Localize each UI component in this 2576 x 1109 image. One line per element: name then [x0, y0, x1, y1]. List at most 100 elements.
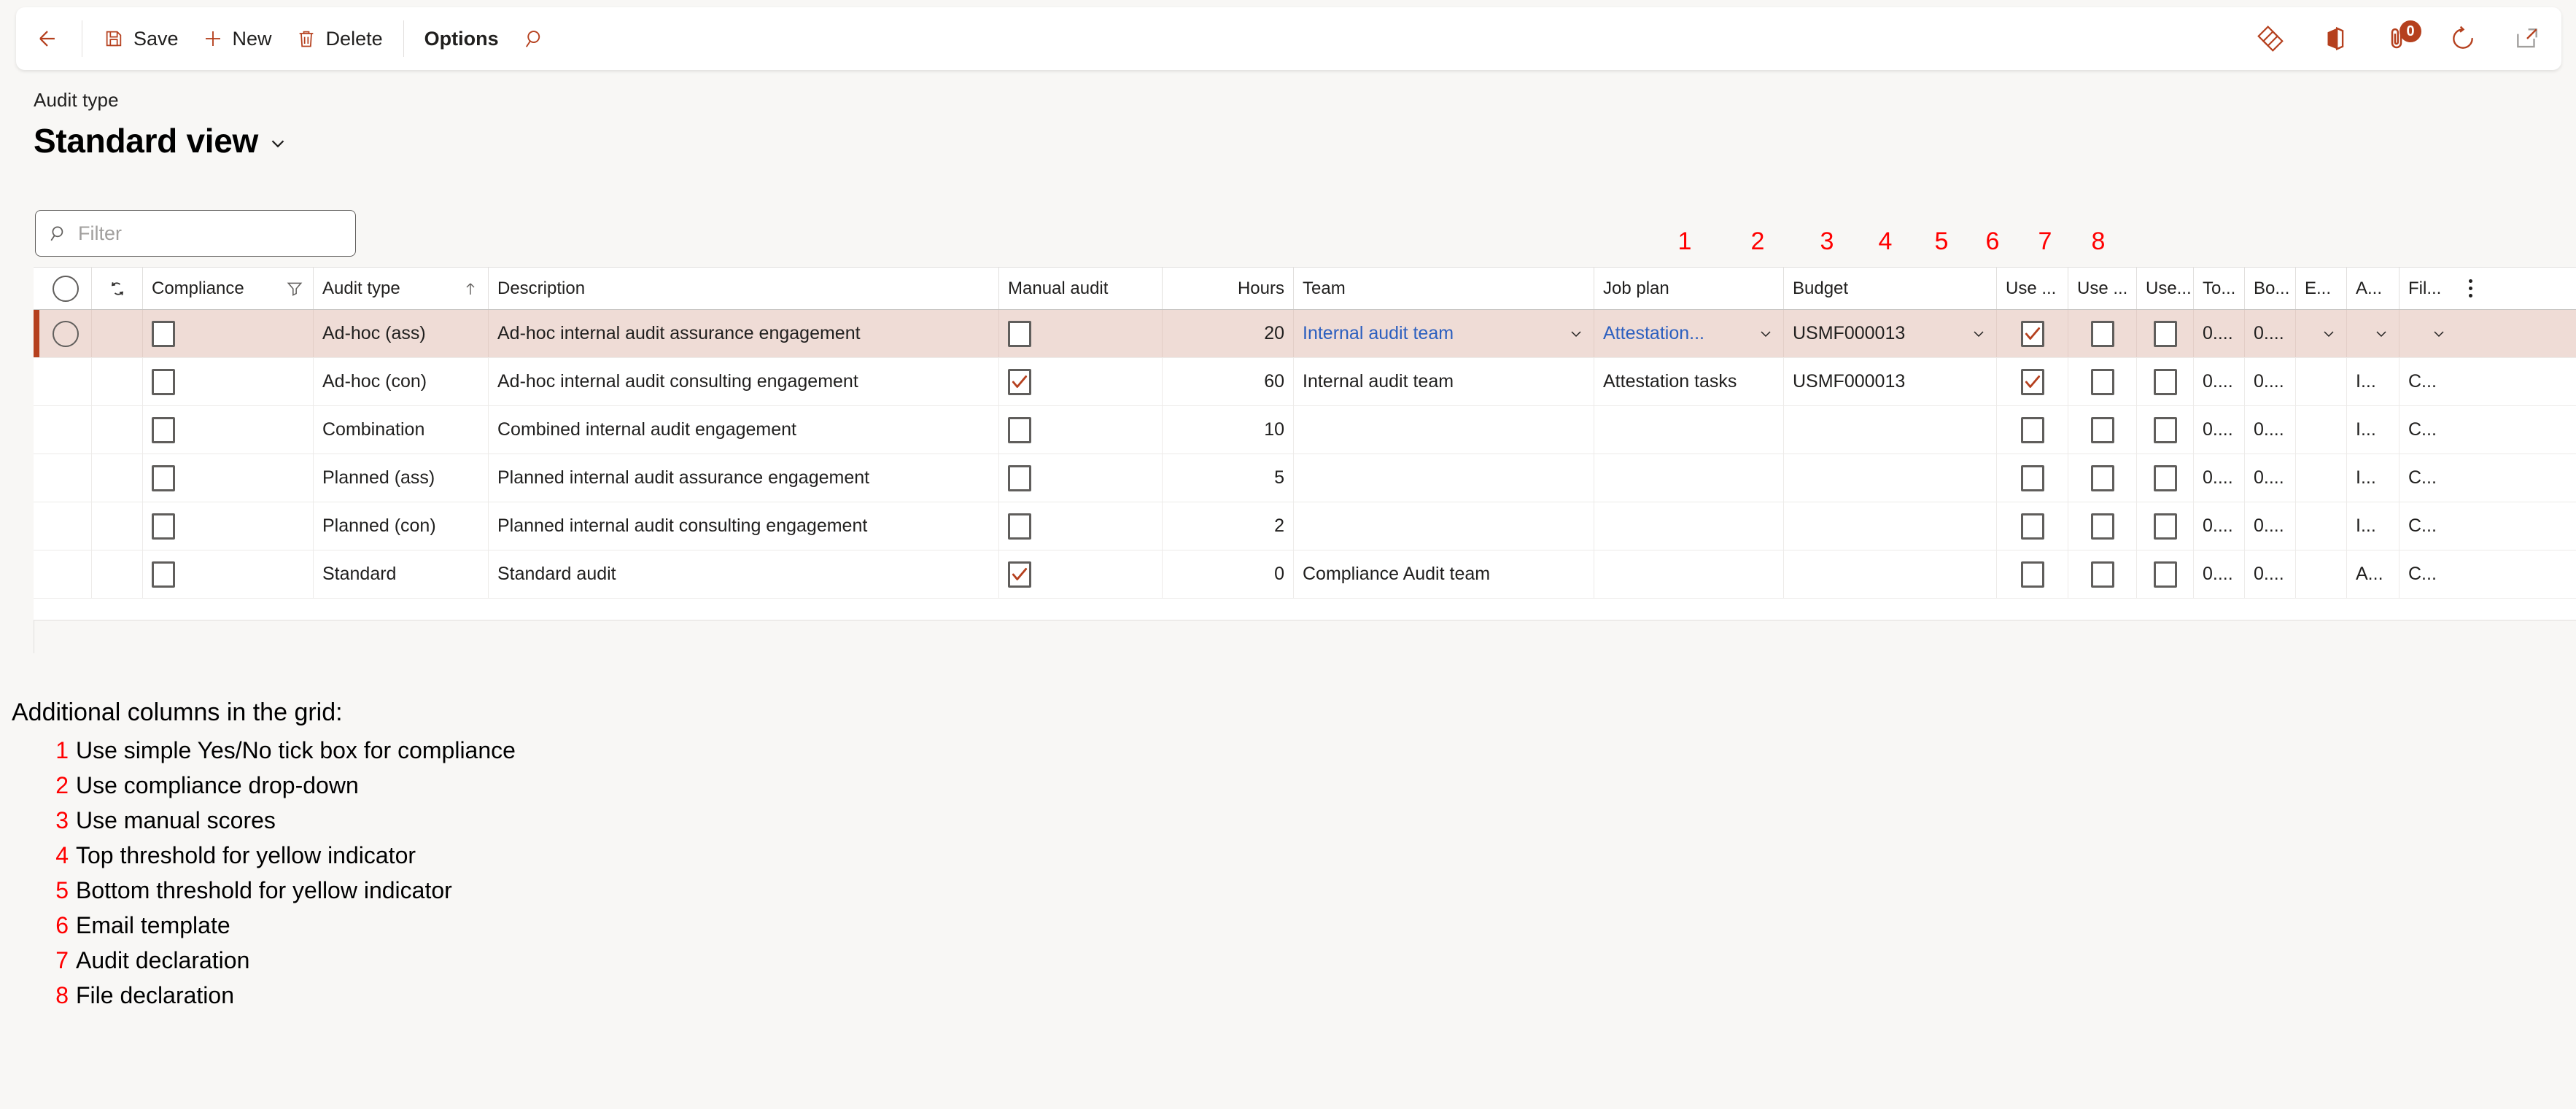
cell-bottom-threshold[interactable]: 0....	[2245, 310, 2296, 357]
cell-top-threshold[interactable]: 0....	[2194, 406, 2245, 454]
cell-description[interactable]: Combined internal audit engagement	[489, 406, 999, 454]
cell-budget[interactable]	[1784, 502, 1997, 550]
cell-team[interactable]	[1294, 406, 1594, 454]
new-button[interactable]: New	[190, 18, 284, 59]
use-compliance-dropdown-checkbox[interactable]	[2090, 513, 2114, 540]
use-simple-tickbox-checkbox[interactable]	[2020, 464, 2044, 491]
cell-use-compliance-dropdown[interactable]	[2068, 358, 2137, 405]
cell-use-manual-scores[interactable]	[2137, 550, 2194, 598]
cell-top-threshold[interactable]: 0....	[2194, 454, 2245, 502]
cell-use-simple-tickbox[interactable]	[1997, 310, 2068, 357]
cell-audit-declaration[interactable]: A...	[2347, 550, 2400, 598]
cell-top-threshold[interactable]: 0....	[2194, 310, 2245, 357]
select-all-header[interactable]	[39, 268, 92, 309]
cell-file-declaration[interactable]: C...	[2400, 502, 2456, 550]
cell-bottom-threshold[interactable]: 0....	[2245, 550, 2296, 598]
cell-use-simple-tickbox[interactable]	[1997, 550, 2068, 598]
use-simple-tickbox-checkbox[interactable]	[2020, 513, 2044, 540]
cell-budget[interactable]: USMF000013	[1784, 358, 1997, 405]
cell-email-template[interactable]	[2296, 310, 2347, 357]
cell-audit-declaration[interactable]	[2347, 310, 2400, 357]
cell-compliance[interactable]	[143, 358, 314, 405]
cell-audit-declaration[interactable]: I...	[2347, 454, 2400, 502]
grid-options-button[interactable]	[2456, 268, 2484, 309]
cell-hours[interactable]: 10	[1163, 406, 1294, 454]
manual-audit-checkbox[interactable]	[1008, 464, 1031, 491]
budget-dropdown-chevron-icon[interactable]	[1966, 325, 1987, 343]
cell-use-manual-scores[interactable]	[2137, 358, 2194, 405]
column-header-file-declaration[interactable]: Fil...	[2400, 268, 2456, 309]
cell-use-manual-scores[interactable]	[2137, 502, 2194, 550]
table-row[interactable]: Ad-hoc (con) Ad-hoc internal audit consul…	[34, 358, 2576, 406]
cell-use-manual-scores[interactable]	[2137, 454, 2194, 502]
audit-declaration-dropdown-chevron-icon[interactable]	[2368, 325, 2390, 343]
row-select-cell[interactable]	[39, 310, 92, 357]
manual-audit-checkbox[interactable]	[1008, 561, 1031, 588]
circle-select-icon[interactable]	[52, 320, 79, 347]
cell-description[interactable]: Standard audit	[489, 550, 999, 598]
cell-top-threshold[interactable]: 0....	[2194, 358, 2245, 405]
delete-button[interactable]: Delete	[284, 18, 395, 59]
column-header-manual-audit[interactable]: Manual audit	[999, 268, 1163, 309]
cell-use-compliance-dropdown[interactable]	[2068, 454, 2137, 502]
cell-team[interactable]	[1294, 502, 1594, 550]
search-button[interactable]	[511, 28, 559, 50]
column-header-job-plan[interactable]: Job plan	[1594, 268, 1784, 309]
cell-top-threshold[interactable]: 0....	[2194, 502, 2245, 550]
cell-use-compliance-dropdown[interactable]	[2068, 502, 2137, 550]
cell-hours[interactable]: 2	[1163, 502, 1294, 550]
chevron-down-icon[interactable]	[267, 127, 289, 155]
cell-use-compliance-dropdown[interactable]	[2068, 406, 2137, 454]
column-header-budget[interactable]: Budget	[1784, 268, 1997, 309]
column-header-top-threshold[interactable]: To...	[2194, 268, 2245, 309]
cell-hours[interactable]: 60	[1163, 358, 1294, 405]
job-plan-dropdown-chevron-icon[interactable]	[1753, 325, 1774, 343]
cell-job-plan[interactable]	[1594, 454, 1784, 502]
cell-team[interactable]: Compliance Audit team	[1294, 550, 1594, 598]
cell-manual-audit[interactable]	[999, 502, 1163, 550]
use-manual-scores-checkbox[interactable]	[2153, 561, 2177, 588]
cell-job-plan[interactable]	[1594, 502, 1784, 550]
table-row[interactable]: Standard Standard audit 0 Compliance Audit …	[34, 550, 2576, 599]
cell-audit-type[interactable]: Ad-hoc (ass)	[314, 310, 489, 357]
use-compliance-dropdown-checkbox[interactable]	[2090, 320, 2114, 347]
cell-hours[interactable]: 5	[1163, 454, 1294, 502]
cell-audit-type[interactable]: Combination	[314, 406, 489, 454]
use-manual-scores-checkbox[interactable]	[2153, 464, 2177, 491]
cell-team[interactable]: Internal audit team	[1294, 310, 1594, 357]
filter-funnel-icon[interactable]	[285, 279, 304, 298]
compliance-checkbox[interactable]	[152, 464, 175, 491]
cell-audit-type[interactable]: Standard	[314, 550, 489, 598]
column-header-team[interactable]: Team	[1294, 268, 1594, 309]
cell-audit-type[interactable]: Planned (ass)	[314, 454, 489, 502]
cell-email-template[interactable]	[2296, 550, 2347, 598]
cell-job-plan[interactable]: Attestation tasks	[1594, 358, 1784, 405]
sort-ascending-icon[interactable]	[462, 279, 479, 298]
table-row[interactable]: Ad-hoc (ass) Ad-hoc internal audit assura…	[34, 310, 2576, 358]
cell-use-simple-tickbox[interactable]	[1997, 358, 2068, 405]
use-compliance-dropdown-checkbox[interactable]	[2090, 368, 2114, 395]
cell-team[interactable]	[1294, 454, 1594, 502]
compliance-checkbox[interactable]	[152, 416, 175, 443]
use-manual-scores-checkbox[interactable]	[2153, 368, 2177, 395]
cell-compliance[interactable]	[143, 406, 314, 454]
column-header-compliance[interactable]: Compliance	[143, 268, 314, 309]
cell-budget[interactable]	[1784, 406, 1997, 454]
use-manual-scores-checkbox[interactable]	[2153, 320, 2177, 347]
cell-file-declaration[interactable]: C...	[2400, 358, 2456, 405]
cell-hours[interactable]: 20	[1163, 310, 1294, 357]
attachments-icon[interactable]: 0	[2383, 20, 2421, 54]
table-row[interactable]: Planned (ass) Planned internal audit assu…	[34, 454, 2576, 502]
cell-budget[interactable]	[1784, 454, 1997, 502]
use-simple-tickbox-checkbox[interactable]	[2020, 561, 2044, 588]
row-select-cell[interactable]	[39, 406, 92, 454]
cell-email-template[interactable]	[2296, 406, 2347, 454]
file-declaration-dropdown-chevron-icon[interactable]	[2426, 325, 2448, 343]
open-in-new-window-icon[interactable]	[2512, 23, 2542, 54]
manual-audit-checkbox[interactable]	[1008, 513, 1031, 540]
column-header-email-template[interactable]: E...	[2296, 268, 2347, 309]
use-compliance-dropdown-checkbox[interactable]	[2090, 561, 2114, 588]
cell-use-compliance-dropdown[interactable]	[2068, 310, 2137, 357]
cell-description[interactable]: Planned internal audit assurance engagem…	[489, 454, 999, 502]
office-app-icon[interactable]	[2319, 23, 2350, 54]
